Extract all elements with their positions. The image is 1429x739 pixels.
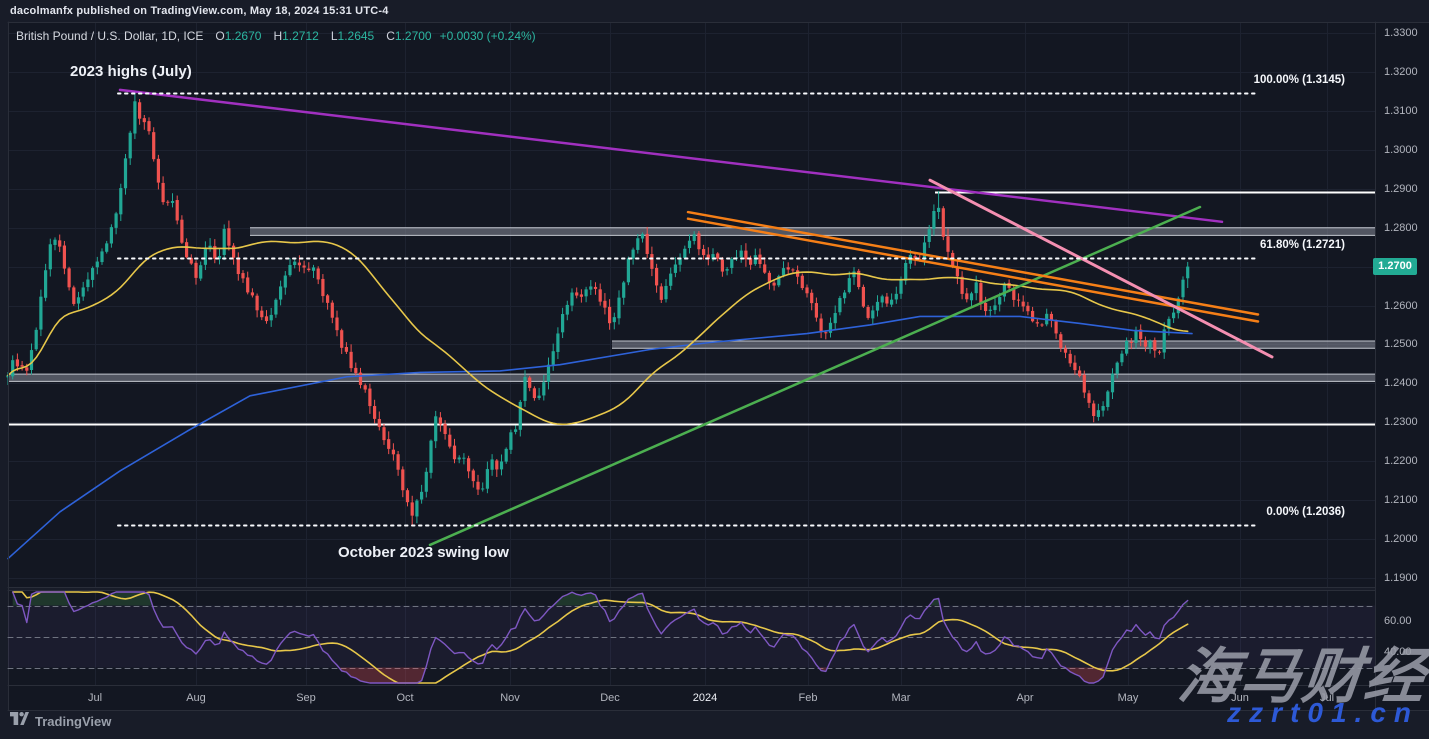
symbol-title: British Pound / U.S. Dollar, 1D, ICE: [16, 29, 203, 43]
price-tick-label: 1.2200: [1384, 455, 1418, 467]
publisher-bar: dacolmanfx published on TradingView.com,…: [10, 5, 389, 17]
price-tick-label: 1.3300: [1384, 27, 1418, 39]
tradingview-brand-text: TradingView: [35, 714, 111, 729]
fib-label-0: 0.00% (1.2036): [1266, 506, 1345, 518]
price-tick-label: 1.2000: [1384, 533, 1418, 545]
ohlc-low: L1.2645: [327, 29, 374, 43]
time-tick-label: Apr: [1016, 692, 1033, 704]
time-tick-label: Sep: [296, 692, 316, 704]
price-tick-label: 1.2600: [1384, 300, 1418, 312]
symbol-info-bar[interactable]: British Pound / U.S. Dollar, 1D, ICE O1.…: [16, 29, 536, 43]
tradingview-logo-icon: [10, 712, 29, 730]
time-tick-label: May: [1118, 692, 1139, 704]
price-tick-label: 1.2800: [1384, 222, 1418, 234]
tradingview-attribution[interactable]: TradingView: [10, 712, 111, 730]
price-tick-label: 1.3200: [1384, 66, 1418, 78]
price-tick-label: 1.3100: [1384, 105, 1418, 117]
price-tick-label: 1.2900: [1384, 183, 1418, 195]
price-tick-label: 1.1900: [1384, 572, 1418, 584]
tradingview-published-chart: dacolmanfx published on TradingView.com,…: [0, 0, 1429, 739]
price-change: +0.0030 (+0.24%): [440, 29, 536, 43]
ohlc-close: C1.2700: [382, 29, 431, 43]
price-tick-label: 1.2300: [1384, 416, 1418, 428]
price-tick-label: 1.3000: [1384, 144, 1418, 156]
time-tick-label: Nov: [500, 692, 520, 704]
time-tick-label: 2024: [693, 692, 717, 704]
ohlc-open: O1.2670: [211, 29, 261, 43]
time-tick-label: Dec: [600, 692, 620, 704]
fib-label-100: 100.00% (1.3145): [1254, 74, 1345, 86]
ohlc-high: H1.2712: [269, 29, 318, 43]
time-tick-label: Aug: [186, 692, 206, 704]
time-tick-label: Feb: [799, 692, 818, 704]
annotation-2023-highs: 2023 highs (July): [70, 63, 192, 80]
time-tick-label: Oct: [396, 692, 413, 704]
time-tick-label: Mar: [892, 692, 911, 704]
last-price-badge: 1.2700: [1373, 258, 1417, 275]
price-tick-label: 1.2500: [1384, 338, 1418, 350]
time-tick-label: Jul: [88, 692, 102, 704]
watermark-site: zzrt01.cn: [1227, 697, 1419, 729]
rsi-tick-label: 60.00: [1384, 615, 1412, 627]
fib-label-618: 61.80% (1.2721): [1260, 239, 1345, 251]
price-tick-label: 1.2400: [1384, 377, 1418, 389]
price-tick-label: 1.2100: [1384, 494, 1418, 506]
annotation-october-low: October 2023 swing low: [338, 544, 509, 561]
